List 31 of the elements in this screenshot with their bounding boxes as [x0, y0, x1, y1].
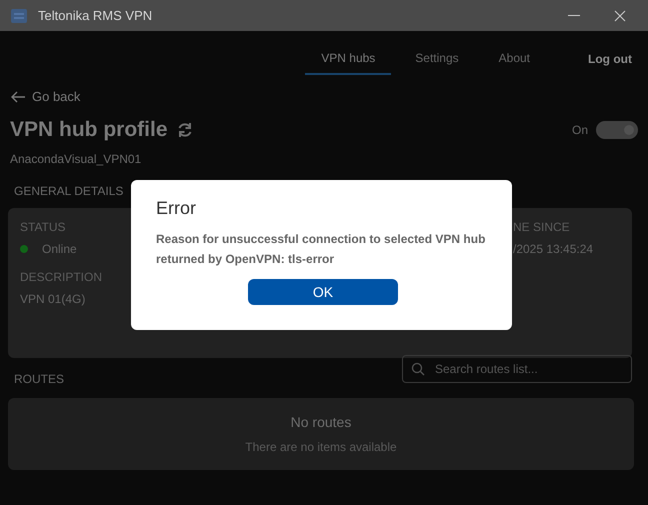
search-input[interactable]: Search routes list...: [433, 361, 623, 377]
window-title: Teltonika RMS VPN: [38, 8, 154, 23]
field-label: NE SINCE: [513, 220, 571, 234]
empty-message: There are no items available: [245, 440, 397, 454]
minimize-icon: [568, 14, 580, 16]
status-dot: [20, 245, 28, 253]
section-heading: ROUTES: [14, 372, 64, 386]
section-heading: GENERAL DETAILS: [14, 184, 124, 198]
ok-button[interactable]: OK: [248, 279, 398, 305]
profile-name: AnacondaVisual_VPN01: [10, 152, 142, 166]
nav-tab[interactable]: Settings: [399, 43, 475, 75]
nav-tab[interactable]: About: [482, 43, 546, 75]
field-value: Online: [42, 242, 77, 256]
logout-link[interactable]: Log out: [584, 46, 636, 72]
page-title: VPN hub profile: [10, 118, 168, 142]
field-value: VPN 01(4G): [20, 292, 86, 306]
close-icon: [614, 10, 626, 22]
nav-tab[interactable]: VPN hubs: [305, 43, 392, 75]
dialog-title: Error: [156, 198, 197, 219]
field-value: /2025 13:45:24: [513, 242, 594, 256]
back-arrow-icon: [10, 90, 26, 102]
app-icon: [10, 6, 28, 24]
back-link[interactable]: Go back: [8, 87, 82, 106]
dialog-message: Reason for unsuccessful connection to selected VPN hub returned by OpenVPN: tls-error: [156, 231, 486, 268]
search-icon: [411, 362, 425, 376]
search-field[interactable]: Search routes list...: [402, 355, 632, 383]
toggle-label: On: [572, 123, 588, 137]
field-label: DESCRIPTION: [20, 270, 104, 284]
toggle-switch[interactable]: [596, 121, 638, 139]
empty-title: No routes: [290, 414, 352, 430]
field-label: STATUS: [20, 220, 67, 234]
